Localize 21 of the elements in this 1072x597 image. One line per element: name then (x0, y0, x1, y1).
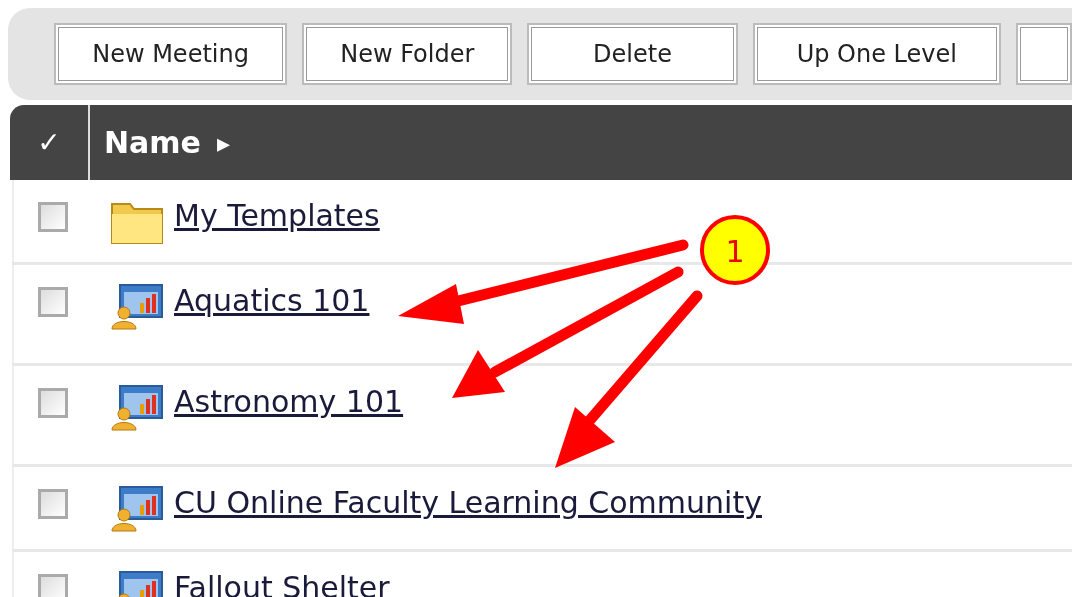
toolbar-button[interactable]: New Folder (302, 23, 513, 85)
item-link[interactable]: My Templates (174, 192, 380, 240)
toolbar-button[interactable]: Up One Level (752, 23, 1001, 85)
meeting-icon (110, 283, 164, 331)
item-link[interactable]: Aquatics 101 (174, 277, 370, 325)
row-checkbox[interactable] (38, 202, 68, 232)
item-link[interactable]: Astronomy 101 (174, 378, 404, 426)
row-checkbox[interactable] (38, 388, 68, 418)
toolbar-button[interactable]: New Meeting (54, 23, 288, 85)
meeting-icon (110, 384, 164, 432)
row-checkbox[interactable] (38, 489, 68, 519)
column-header[interactable]: Name (104, 125, 201, 160)
callout-badge: 1 (700, 215, 770, 285)
toolbar-button[interactable]: Delete (527, 23, 738, 85)
meeting-icon (110, 485, 164, 533)
select-all-check[interactable]: ✓ (37, 126, 61, 159)
item-link[interactable]: CU Online Faculty Learning Community (174, 479, 762, 527)
sort-arrow-icon[interactable]: ▸ (216, 127, 231, 158)
row-checkbox[interactable] (38, 574, 68, 597)
toolbar-button[interactable] (1016, 23, 1072, 85)
row-checkbox[interactable] (38, 287, 68, 317)
